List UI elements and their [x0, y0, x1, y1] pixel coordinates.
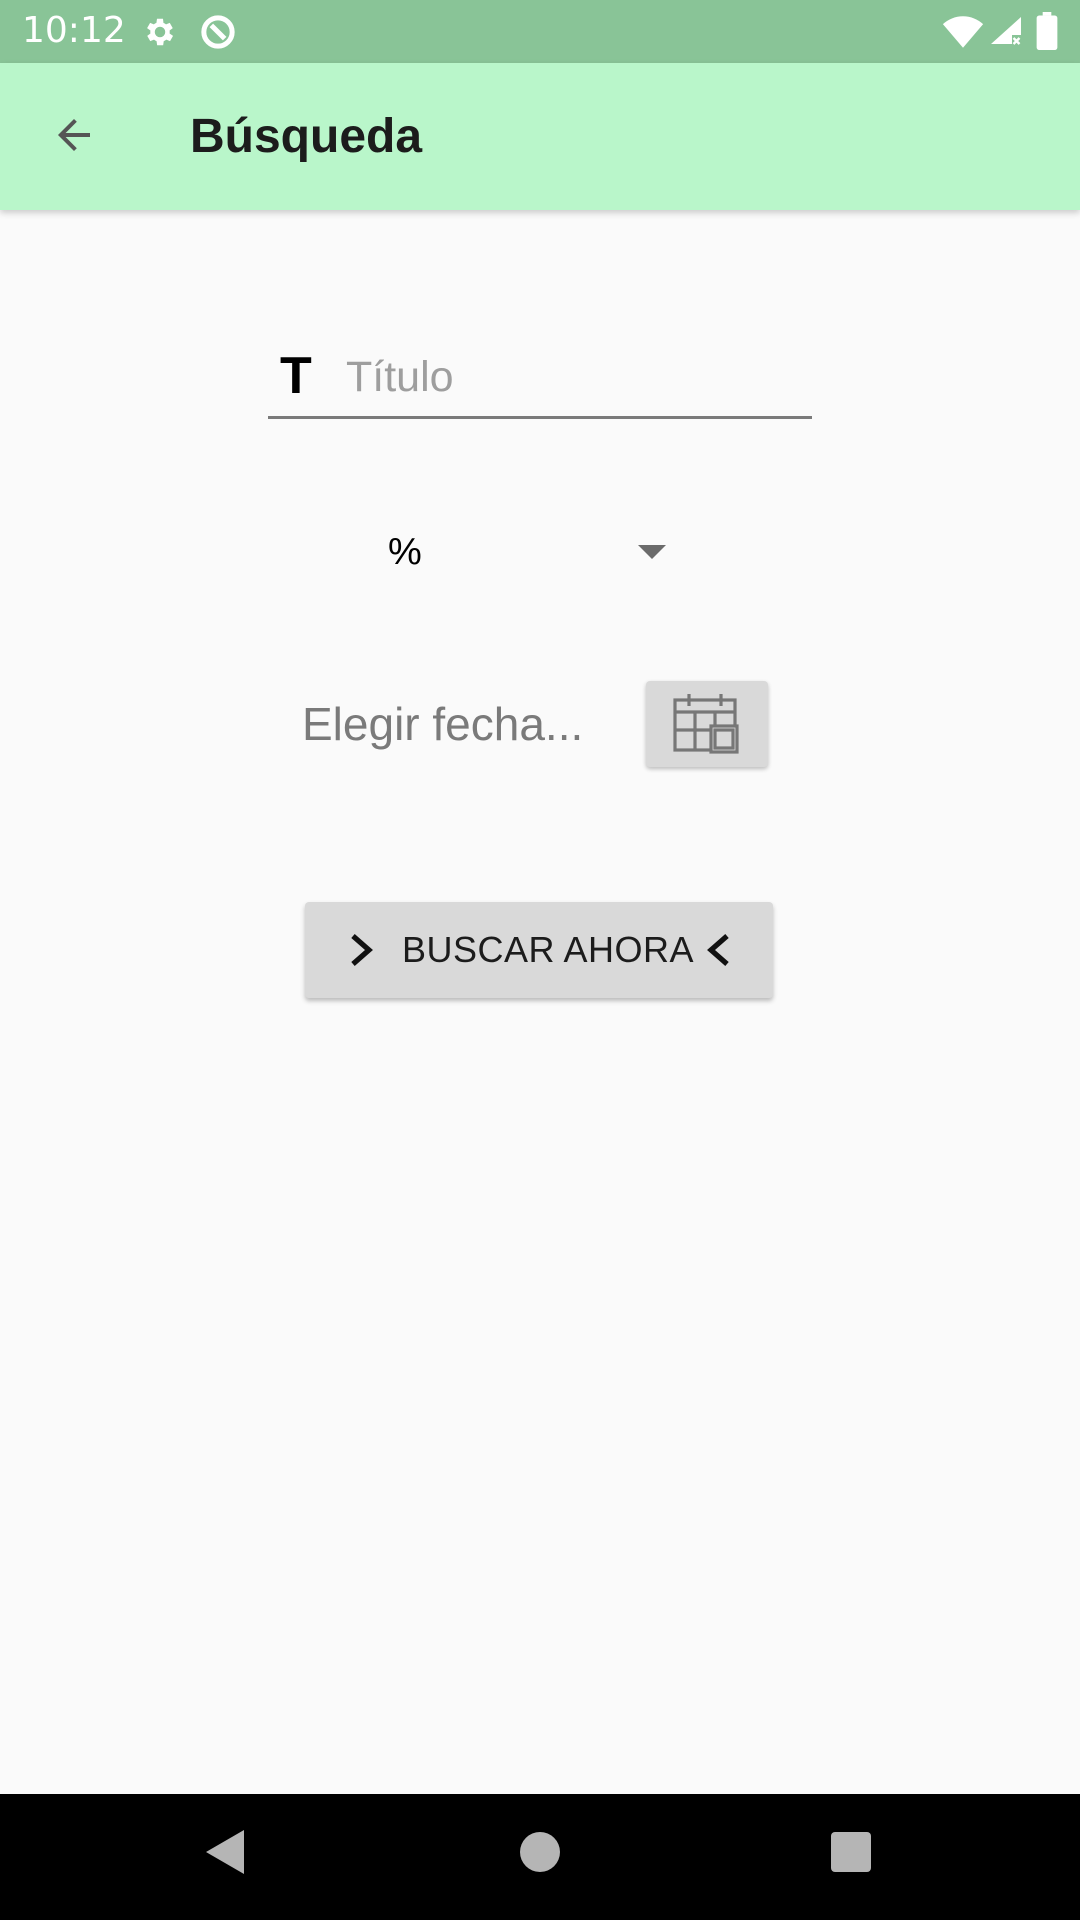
- recents-square-icon: [831, 1831, 871, 1877]
- battery-icon: [1036, 12, 1058, 55]
- arrow-back-icon: [50, 111, 98, 164]
- title-input[interactable]: [344, 344, 798, 410]
- signal-icon: [988, 14, 1024, 55]
- status-time: 10:12: [22, 10, 126, 51]
- pick-date-button[interactable]: [646, 681, 768, 767]
- title-field[interactable]: T: [268, 340, 812, 419]
- category-spinner[interactable]: %: [370, 515, 680, 589]
- system-nav-bar: [0, 1794, 1080, 1920]
- nav-back-button[interactable]: [190, 1818, 262, 1890]
- nav-home-button[interactable]: [504, 1818, 576, 1890]
- chevron-right-icon: [345, 932, 379, 973]
- app-bar: Búsqueda: [0, 63, 1080, 210]
- dropdown-arrow-icon: [638, 545, 666, 559]
- back-button[interactable]: [36, 99, 112, 175]
- spinner-selected-value: %: [388, 531, 422, 573]
- wifi-icon: [942, 14, 984, 55]
- gear-icon: [142, 14, 178, 55]
- page-title: Búsqueda: [190, 110, 423, 163]
- text-format-icon: T: [280, 347, 312, 405]
- home-circle-icon: [520, 1831, 560, 1877]
- status-bar: 10:12: [0, 0, 1080, 63]
- date-label: Elegir fecha...: [302, 698, 584, 750]
- search-button-label: BUSCAR AHORA: [402, 929, 695, 970]
- calendar-icon: [671, 690, 743, 759]
- back-triangle-icon: [204, 1828, 248, 1881]
- data-saver-icon: [198, 12, 238, 57]
- chevron-left-icon: [703, 932, 737, 973]
- search-now-button[interactable]: BUSCAR AHORA: [305, 902, 773, 998]
- nav-recents-button[interactable]: [815, 1818, 887, 1890]
